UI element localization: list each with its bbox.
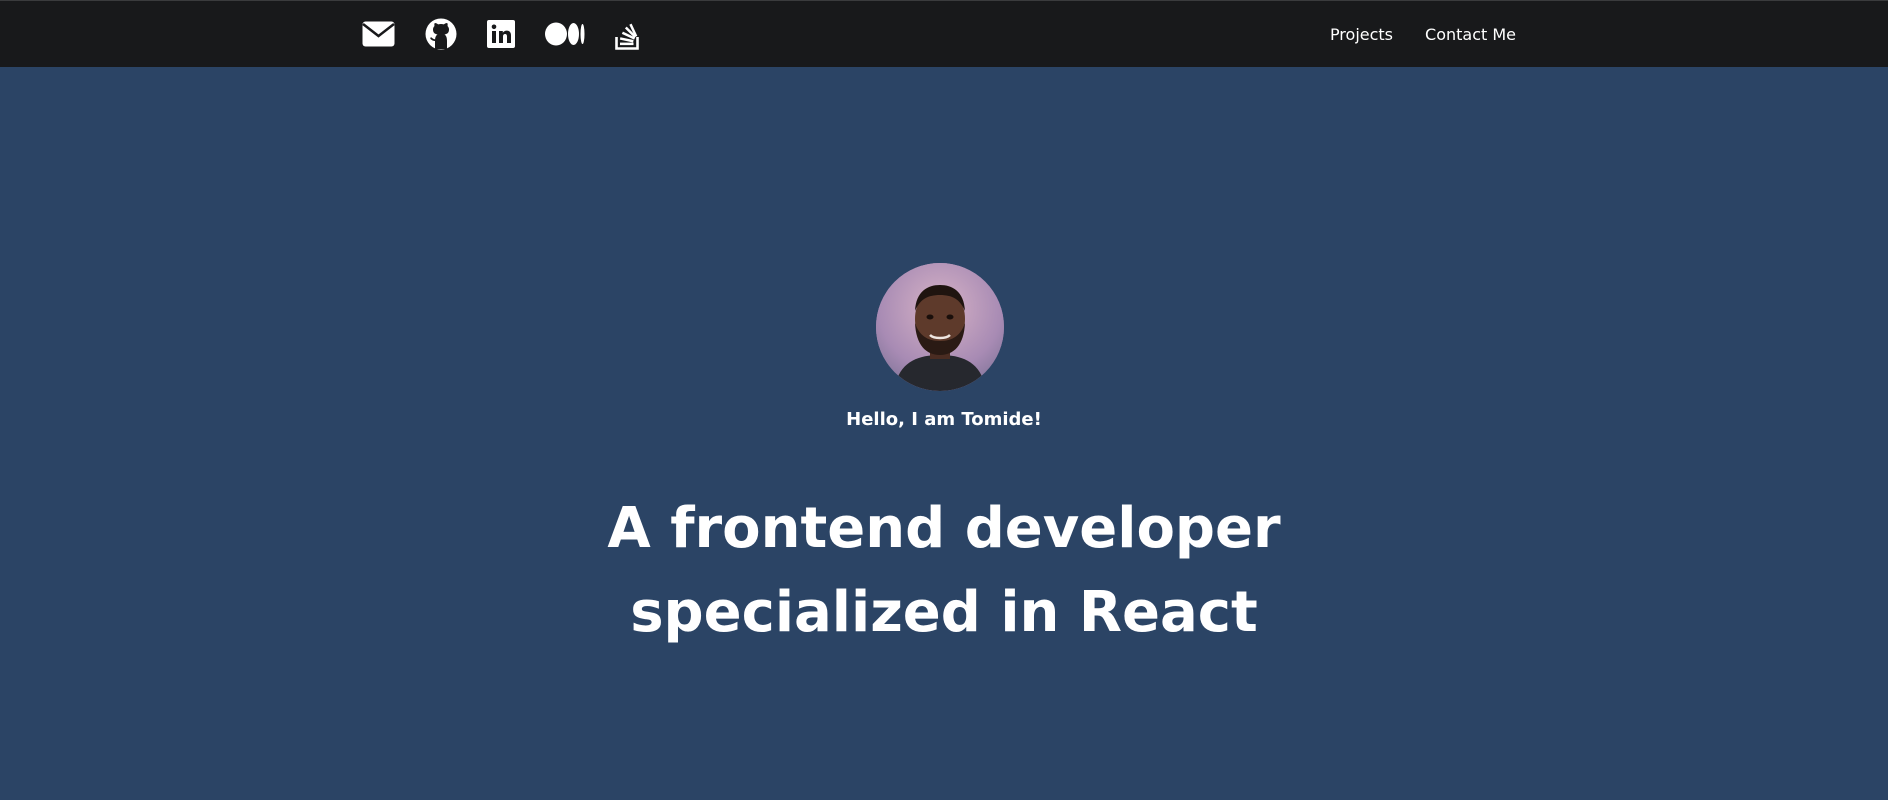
hero-section: Hello, I am Tomide! A frontend developer… bbox=[0, 67, 1888, 800]
nav-contact-link[interactable]: Contact Me bbox=[1425, 25, 1516, 44]
headline-line-2: specialized in React bbox=[630, 580, 1258, 645]
github-link[interactable] bbox=[425, 17, 457, 51]
main-nav: Projects Contact Me bbox=[1298, 1, 1516, 68]
stackoverflow-link[interactable] bbox=[615, 17, 641, 51]
github-icon bbox=[425, 18, 457, 50]
email-link[interactable] bbox=[362, 17, 395, 51]
nav-projects-link[interactable]: Projects bbox=[1330, 25, 1393, 44]
stackoverflow-icon bbox=[615, 23, 639, 50]
top-navigation-bar: Projects Contact Me bbox=[0, 0, 1888, 67]
greeting-text: Hello, I am Tomide! bbox=[846, 409, 1042, 430]
medium-link[interactable] bbox=[545, 17, 585, 51]
linkedin-link[interactable] bbox=[487, 17, 515, 51]
headline-line-1: A frontend developer bbox=[607, 496, 1281, 561]
profile-avatar bbox=[876, 263, 1004, 391]
hero-headline: A frontend developer specialized in Reac… bbox=[0, 487, 1888, 655]
medium-icon bbox=[545, 22, 585, 46]
social-links bbox=[362, 17, 671, 51]
envelope-icon bbox=[362, 21, 395, 47]
profile-photo-icon bbox=[876, 263, 1004, 391]
linkedin-icon bbox=[487, 20, 515, 48]
